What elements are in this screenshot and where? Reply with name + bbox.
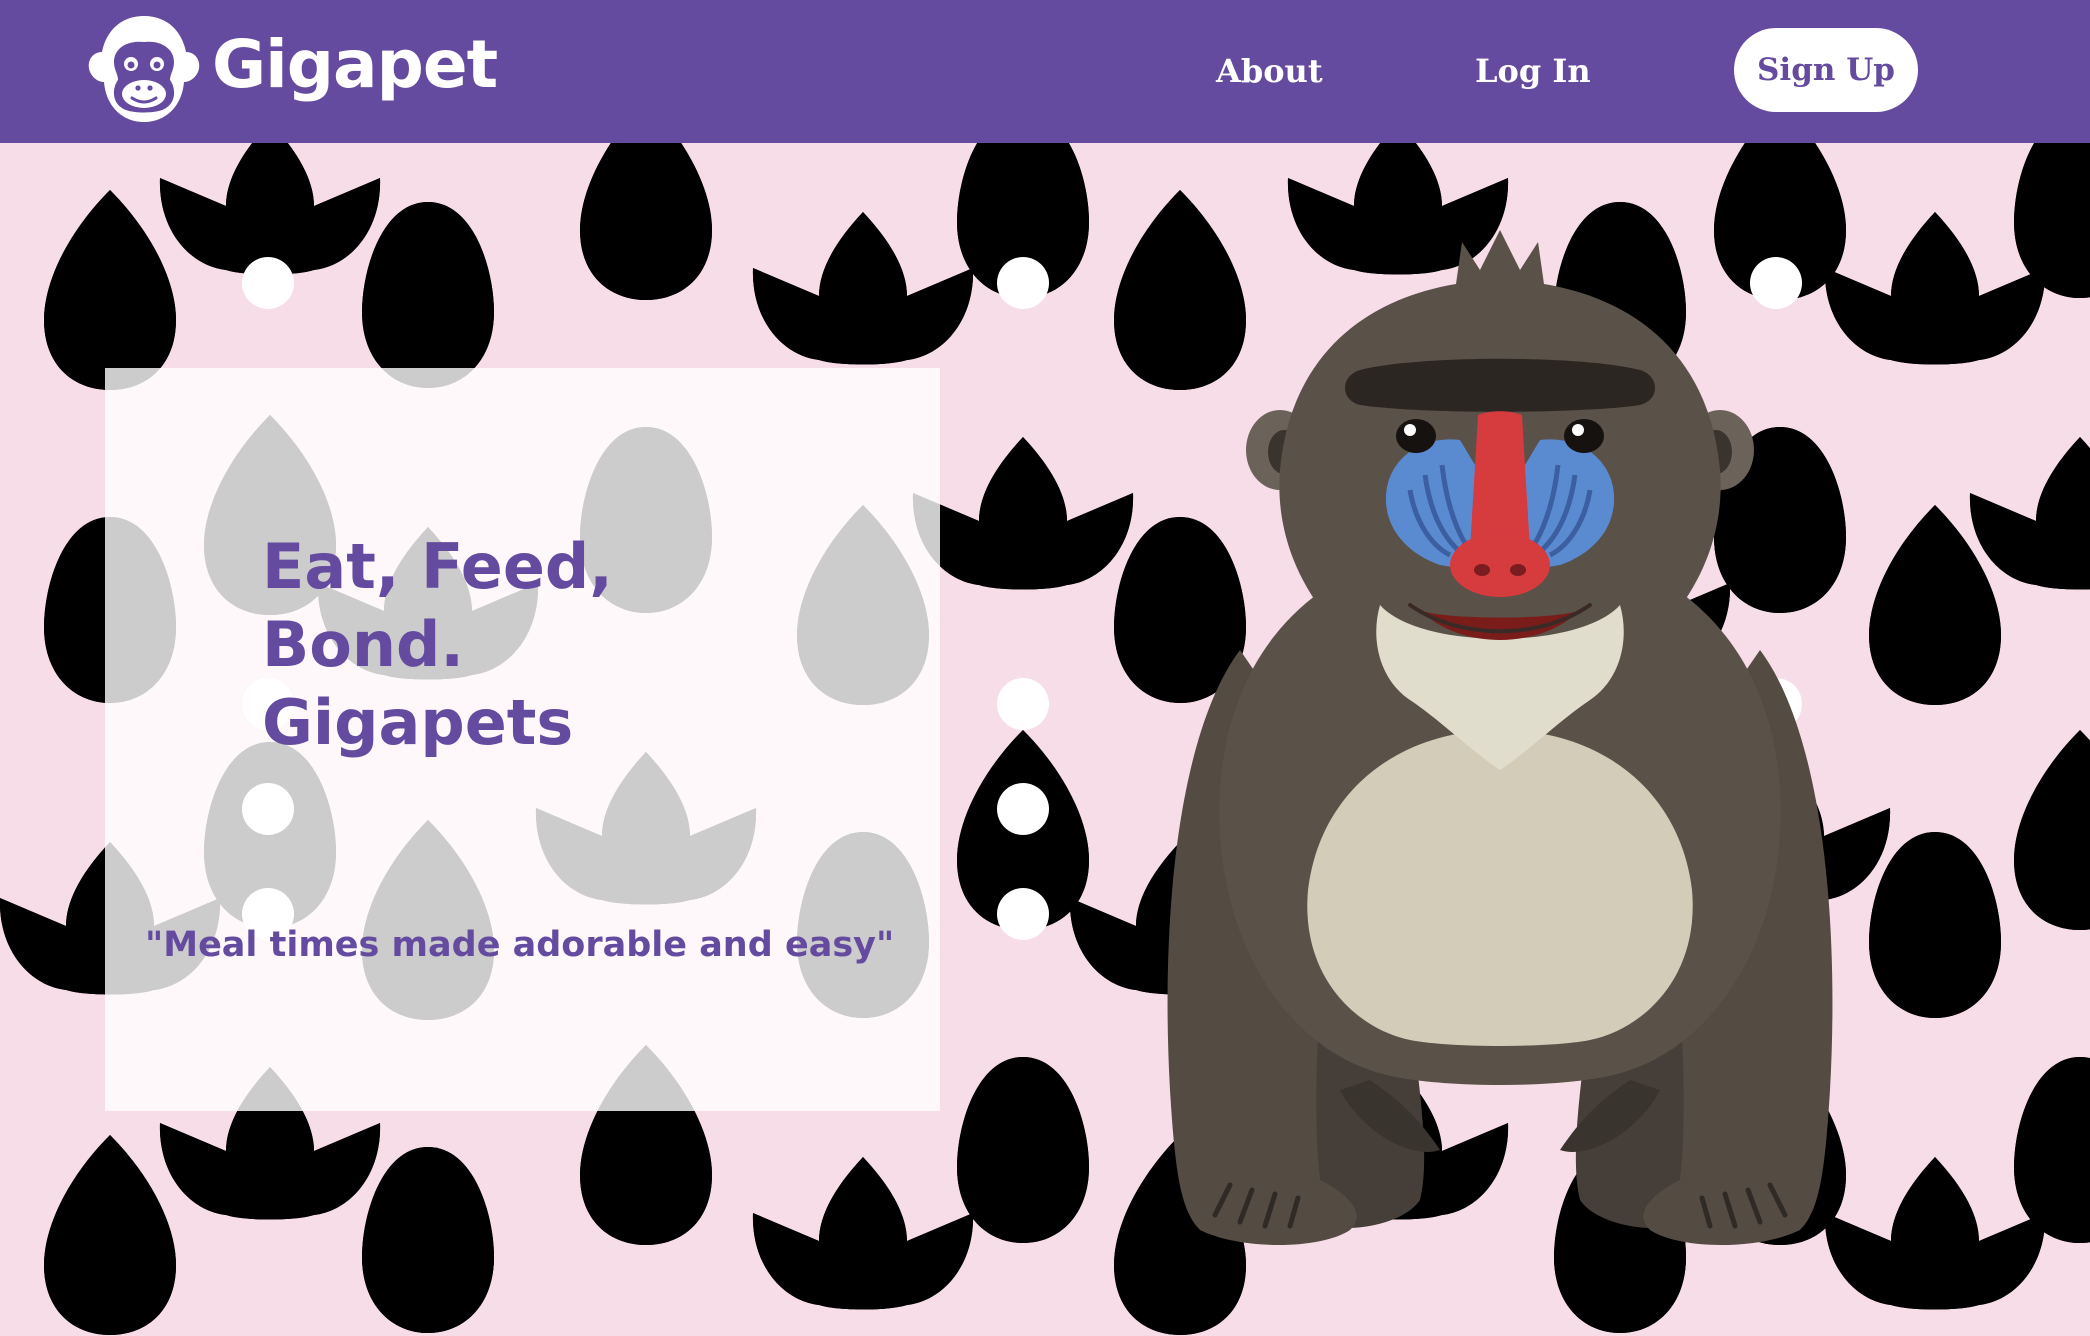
background-leaf bbox=[957, 1057, 1089, 1283]
background-leaf bbox=[44, 1135, 176, 1336]
background-leaf bbox=[752, 1157, 974, 1336]
brand-logo[interactable]: Gigapet bbox=[86, 10, 498, 125]
background-dot bbox=[242, 257, 294, 309]
background-dot bbox=[997, 257, 1049, 309]
hero-title: Eat, Feed, Bond. Gigapets bbox=[262, 528, 613, 762]
background-leaf bbox=[1869, 832, 2001, 1058]
background-leaf bbox=[580, 143, 712, 338]
gorilla-face-icon bbox=[88, 16, 200, 122]
background-leaf bbox=[2014, 730, 2090, 968]
top-navigation-bar: Gigapet About Log In Sign Up bbox=[0, 0, 2090, 143]
hero-panel: Eat, Feed, Bond. Gigapets "Meal times ma… bbox=[105, 368, 940, 1111]
landing-page: .m .lf-body{fill:#e37ca9}.m .lf-light{fi… bbox=[0, 0, 2090, 1336]
background-leaf bbox=[362, 1147, 494, 1336]
background-leaf bbox=[912, 437, 1134, 635]
background-dot bbox=[997, 678, 1049, 730]
background-dot bbox=[997, 888, 1049, 940]
hero-tagline: "Meal times made adorable and easy" bbox=[145, 925, 895, 965]
background-dot bbox=[997, 783, 1049, 835]
sign-up-button[interactable]: Sign Up bbox=[1734, 28, 1918, 112]
nav-login-link[interactable]: Log In bbox=[1475, 46, 1591, 96]
mandrill-icon bbox=[1167, 230, 1833, 1245]
hero-title-line: Bond. bbox=[262, 608, 464, 681]
hero-title-line: Gigapets bbox=[262, 686, 574, 759]
hero-title-line: Eat, Feed, bbox=[262, 530, 613, 603]
brand-name: Gigapet bbox=[212, 26, 498, 103]
nav-about-link[interactable]: About bbox=[1216, 46, 1323, 96]
